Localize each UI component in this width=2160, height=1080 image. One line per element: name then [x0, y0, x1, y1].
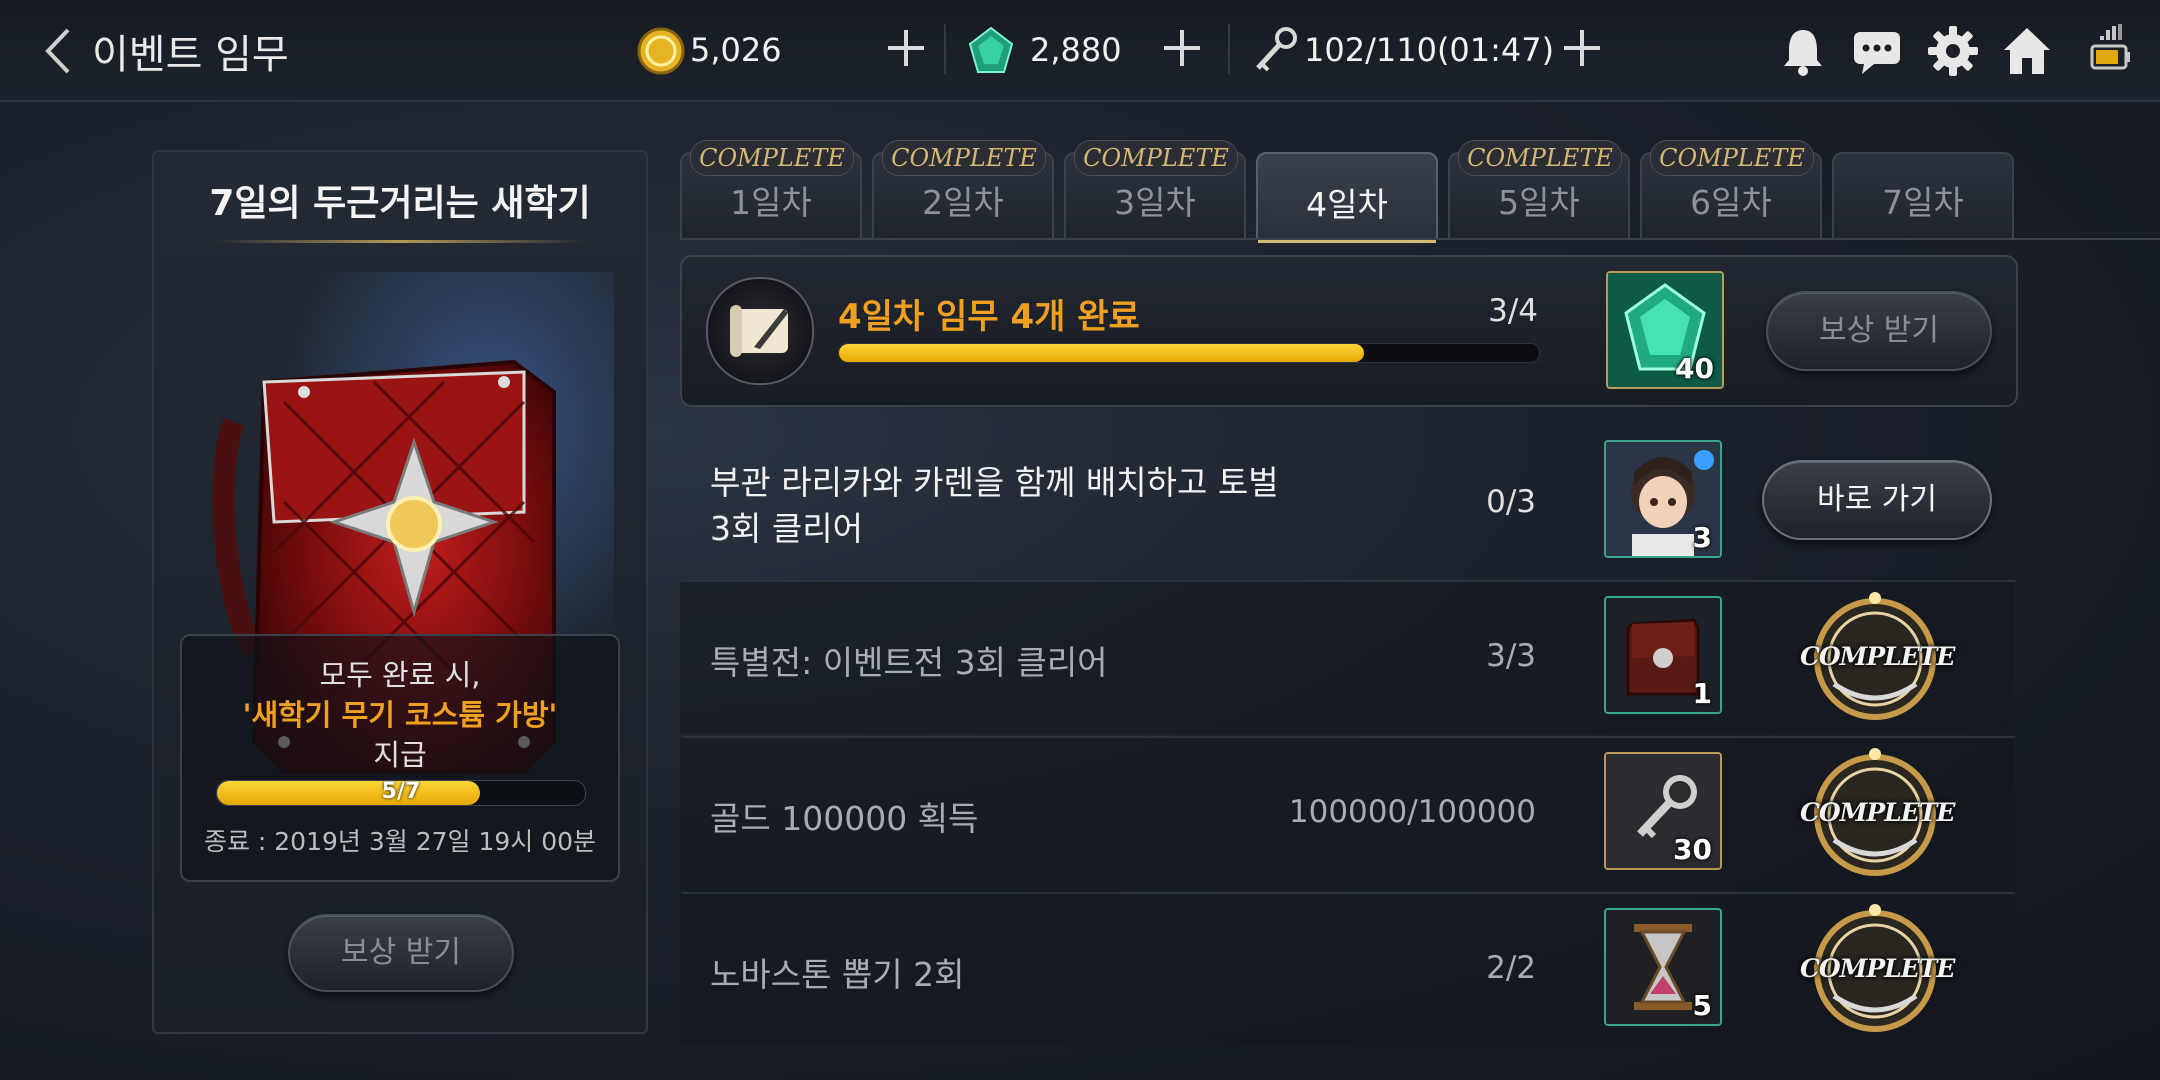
add-gold-button[interactable] [886, 28, 926, 68]
reward-count: 1 [1692, 677, 1712, 710]
mission-progress: 0/3 [1486, 484, 1536, 520]
mission-reward-item: 1 [1604, 596, 1722, 714]
complete-label: COMPLETE [1800, 798, 1955, 827]
mission-row-completed: 골드 100000 획득 100000/100000 30 COMPLETE [680, 738, 2014, 890]
scroll-quill-icon [706, 277, 814, 385]
divider [1228, 24, 1230, 74]
tab-label: 7일차 [1882, 183, 1964, 222]
tab-complete-badge: COMPLETE [1458, 140, 1622, 176]
complete-label: COMPLETE [1800, 954, 1955, 983]
event-title: 7일의 두근거리는 새학기 [209, 183, 591, 224]
day-summary-row: 4일차 임무 4개 완료 3/4 40 보상 받기 [680, 255, 2018, 407]
mission-title: 특별전: 이벤트전 3회 클리어 [710, 643, 1108, 682]
mission-progress: 100000/100000 [1288, 794, 1536, 830]
mission-reward-item: 5 [1604, 908, 1722, 1026]
bell-icon[interactable] [1776, 24, 1830, 78]
tab-complete-badge: COMPLETE [690, 140, 854, 176]
tab-label: 2일차 [922, 183, 1004, 222]
tab-complete-badge: COMPLETE [1650, 140, 1814, 176]
mission-title-line1: 부관 라리카와 카렌을 함께 배치하고 토벌 [710, 463, 1279, 502]
summary-title: 4일차 임무 4개 완료 [838, 297, 1140, 337]
event-claim-reward-button[interactable]: 보상 받기 [288, 914, 514, 992]
tab-day-3[interactable]: COMPLETE 3일차 [1064, 140, 1246, 240]
tab-day-7[interactable]: 7일차 [1832, 152, 2014, 240]
complete-badge: COMPLETE [1800, 584, 1955, 734]
tab-label: 4일차 [1306, 185, 1388, 224]
tab-day-5[interactable]: COMPLETE 5일차 [1448, 140, 1630, 240]
tab-label: 6일차 [1690, 183, 1772, 222]
back-arrow-icon[interactable] [38, 24, 88, 78]
summary-progress: 3/4 [1488, 293, 1538, 329]
divider [944, 24, 946, 74]
mission-reward-item: 30 [1604, 752, 1722, 870]
complete-badge: COMPLETE [1800, 896, 1955, 1046]
mission-reward-item: 3 [1604, 440, 1722, 558]
top-bar: 이벤트 임무 5,026 2,880 102/110(01:47) [0, 0, 2160, 102]
mission-title: 골드 100000 획득 [710, 799, 979, 838]
gold-coin-icon [637, 27, 685, 75]
reward-count: 30 [1673, 833, 1712, 866]
event-progress-text: 5/7 [381, 780, 421, 804]
stamina-amount: 102/110(01:47) [1304, 31, 1555, 69]
mission-progress: 2/2 [1486, 950, 1536, 986]
event-progress-bar: 5/7 [216, 780, 586, 806]
add-stamina-button[interactable] [1562, 28, 1602, 68]
tab-complete-badge: COMPLETE [882, 140, 1046, 176]
home-icon[interactable] [2000, 24, 2054, 78]
gem-icon [968, 26, 1014, 73]
reward-give-text: 지급 [373, 738, 427, 772]
mission-title: 노바스톤 뽑기 2회 [710, 955, 965, 994]
summary-progress-bar [838, 343, 1540, 363]
gem-amount: 2,880 [1030, 31, 1122, 69]
complete-badge: COMPLETE [1800, 740, 1955, 890]
completion-reward-box: 모두 완료 시, '새학기 무기 코스튬 가방' 지급 5/7 종료 : 201… [180, 634, 620, 882]
reward-count: 5 [1692, 989, 1712, 1022]
reward-count: 3 [1692, 521, 1712, 554]
event-end-time: 종료 : 2019년 3월 27일 19시 00분 [203, 827, 597, 856]
mission-progress: 3/3 [1486, 638, 1536, 674]
tab-day-6[interactable]: COMPLETE 6일차 [1640, 140, 1822, 240]
tab-label: 1일차 [730, 183, 812, 222]
tab-day-2[interactable]: COMPLETE 2일차 [872, 140, 1054, 240]
key-icon [1256, 27, 1297, 72]
add-gem-button[interactable] [1162, 28, 1202, 68]
title-divider [214, 240, 586, 243]
chat-icon[interactable] [1850, 24, 1904, 78]
reward-item-name: '새학기 무기 코스튬 가방' [242, 698, 558, 732]
signal-battery-icon [2090, 24, 2130, 70]
mission-title-line2: 3회 클리어 [710, 509, 863, 548]
summary-progress-fill [839, 344, 1364, 362]
tab-day-1[interactable]: COMPLETE 1일차 [680, 140, 862, 240]
mission-row-completed: 특별전: 이벤트전 3회 클리어 3/3 1 COMPLETE [680, 582, 2014, 734]
reward-condition-text: 모두 완료 시, [319, 658, 481, 692]
mission-row-completed: 노바스톤 뽑기 2회 2/2 5 COMPLETE [680, 894, 2014, 1046]
tabs-underline [680, 238, 2160, 240]
tab-day-4[interactable]: 4일차 [1256, 152, 1438, 243]
complete-label: COMPLETE [1800, 642, 1955, 671]
mission-row: 부관 라리카와 카렌을 함께 배치하고 토벌 3회 클리어 0/3 3 바로 가… [680, 420, 2014, 580]
gold-amount: 5,026 [690, 31, 782, 69]
tab-label: 3일차 [1114, 183, 1196, 222]
tab-complete-badge: COMPLETE [1074, 140, 1238, 176]
tab-label: 5일차 [1498, 183, 1580, 222]
summary-reward-item: 40 [1606, 271, 1724, 389]
go-to-mission-button[interactable]: 바로 가기 [1762, 460, 1992, 540]
reward-count: 40 [1675, 352, 1714, 385]
page-title: 이벤트 임무 [92, 32, 289, 78]
event-reward-panel: 7일의 두근거리는 새학기 모두 완료 시, '새학기 무기 코스튬 가방' 지… [152, 150, 648, 1034]
summary-claim-reward-button[interactable]: 보상 받기 [1766, 291, 1992, 371]
gear-icon[interactable] [1926, 24, 1980, 78]
